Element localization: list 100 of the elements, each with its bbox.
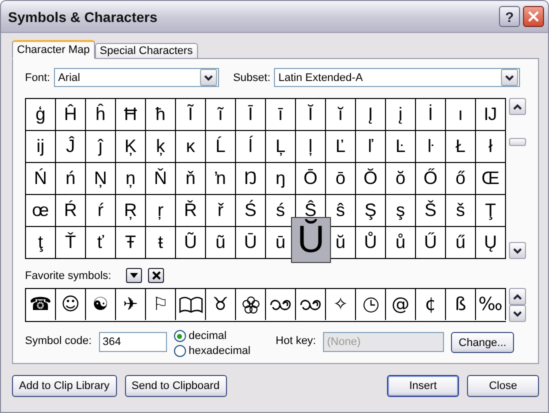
character-cell[interactable]: Œ bbox=[476, 163, 506, 195]
character-cell[interactable]: Ņ bbox=[86, 163, 116, 195]
scroll-thumb[interactable] bbox=[509, 138, 526, 146]
character-cell[interactable]: ń bbox=[56, 163, 86, 195]
character-cell[interactable]: š bbox=[446, 195, 476, 227]
character-cell[interactable]: Ĺ bbox=[206, 131, 236, 163]
character-cell[interactable]: ļ bbox=[296, 131, 326, 163]
character-cell[interactable]: ĩ bbox=[206, 99, 236, 131]
character-cell[interactable]: ħ bbox=[146, 99, 176, 131]
character-cell[interactable]: ů bbox=[386, 227, 416, 259]
character-cell[interactable]: ŏ bbox=[386, 163, 416, 195]
character-cell[interactable]: Ŋ bbox=[236, 163, 266, 195]
character-cell[interactable]: ű bbox=[446, 227, 476, 259]
subset-dropdown[interactable]: Latin Extended-A bbox=[274, 68, 520, 87]
action-button[interactable]: Add to Clip Library bbox=[12, 375, 116, 397]
character-cell[interactable]: ś bbox=[266, 195, 296, 227]
character-cell[interactable]: Ļ bbox=[266, 131, 296, 163]
character-cell[interactable]: Ŕ bbox=[56, 195, 86, 227]
dialog-button[interactable]: Insert bbox=[387, 375, 459, 397]
tab[interactable]: Character Map bbox=[12, 40, 95, 59]
character-cell[interactable]: Ŧ bbox=[116, 227, 146, 259]
character-cell[interactable]: į bbox=[386, 99, 416, 131]
favorite-cell[interactable]: ‰ bbox=[476, 289, 506, 320]
favorite-cell[interactable]: ☺ bbox=[56, 289, 86, 320]
magnified-character-tooltip[interactable]: Ŭ bbox=[291, 217, 331, 263]
close-button[interactable] bbox=[523, 6, 544, 27]
character-cell[interactable]: Ī bbox=[236, 99, 266, 131]
character-cell[interactable]: ŋ bbox=[266, 163, 296, 195]
character-cell[interactable]: ĸ bbox=[176, 131, 206, 163]
favorite-cell[interactable]: @ bbox=[386, 289, 416, 320]
character-cell[interactable]: Ŀ bbox=[386, 131, 416, 163]
character-cell[interactable]: Ĳ bbox=[476, 99, 506, 131]
character-cell[interactable]: Ķ bbox=[116, 131, 146, 163]
character-cell[interactable]: Ş bbox=[356, 195, 386, 227]
remove-favorite-button[interactable] bbox=[148, 268, 164, 283]
character-cell[interactable]: Į bbox=[356, 99, 386, 131]
character-cell[interactable]: Ţ bbox=[476, 195, 506, 227]
character-cell[interactable]: ŕ bbox=[86, 195, 116, 227]
radio-button[interactable] bbox=[174, 330, 186, 342]
character-cell[interactable]: Ś bbox=[236, 195, 266, 227]
favorite-cell[interactable]: ✧ bbox=[326, 289, 356, 320]
favorite-cell[interactable]: ✈ bbox=[116, 289, 146, 320]
favorites-menu-button[interactable] bbox=[126, 268, 142, 283]
help-button[interactable]: ? bbox=[499, 6, 520, 27]
character-cell[interactable]: Ů bbox=[356, 227, 386, 259]
character-cell[interactable]: ő bbox=[446, 163, 476, 195]
character-cell[interactable]: ī bbox=[266, 99, 296, 131]
character-cell[interactable]: Ŏ bbox=[356, 163, 386, 195]
tab[interactable]: Special Characters bbox=[94, 43, 198, 59]
character-cell[interactable]: œ bbox=[26, 195, 56, 227]
character-cell[interactable]: ņ bbox=[116, 163, 146, 195]
favorite-cell[interactable]: ⚐ bbox=[146, 289, 176, 320]
character-cell[interactable]: ť bbox=[86, 227, 116, 259]
character-cell[interactable]: ř bbox=[206, 195, 236, 227]
character-cell[interactable]: ĳ bbox=[26, 131, 56, 163]
character-cell[interactable]: Ń bbox=[26, 163, 56, 195]
character-cell[interactable]: ō bbox=[326, 163, 356, 195]
character-cell[interactable]: Ľ bbox=[326, 131, 356, 163]
character-cell[interactable]: Š bbox=[416, 195, 446, 227]
symbol-code-field[interactable]: 364 bbox=[98, 332, 167, 352]
character-cell[interactable]: ş bbox=[386, 195, 416, 227]
character-cell[interactable]: ģ bbox=[26, 99, 56, 131]
character-cell[interactable]: ũ bbox=[206, 227, 236, 259]
favorite-cell[interactable]: ¢ bbox=[416, 289, 446, 320]
character-cell[interactable]: ĭ bbox=[326, 99, 356, 131]
character-cell[interactable]: Ĭ bbox=[296, 99, 326, 131]
character-cell[interactable]: Ũ bbox=[176, 227, 206, 259]
character-cell[interactable]: ı bbox=[446, 99, 476, 131]
character-cell[interactable]: ĺ bbox=[236, 131, 266, 163]
radio-button[interactable] bbox=[174, 345, 186, 357]
font-dropdown[interactable]: Arial bbox=[54, 68, 220, 87]
character-cell[interactable]: Ť bbox=[56, 227, 86, 259]
character-cell[interactable]: ĥ bbox=[86, 99, 116, 131]
character-cell[interactable]: Ĵ bbox=[56, 131, 86, 163]
scrollbar[interactable] bbox=[509, 288, 526, 322]
character-cell[interactable]: Ű bbox=[416, 227, 446, 259]
character-cell[interactable]: Ř bbox=[176, 195, 206, 227]
character-cell[interactable]: ŀ bbox=[416, 131, 446, 163]
character-cell[interactable]: Ĩ bbox=[176, 99, 206, 131]
favorite-cell[interactable]: ß bbox=[446, 289, 476, 320]
character-cell[interactable]: Ň bbox=[146, 163, 176, 195]
action-button[interactable]: Send to Clipboard bbox=[124, 375, 227, 397]
scrollbar[interactable] bbox=[509, 98, 526, 259]
favorite-cell[interactable]: ♉ bbox=[206, 289, 236, 320]
character-cell[interactable]: ľ bbox=[356, 131, 386, 163]
dialog-button[interactable]: Close bbox=[467, 375, 539, 397]
character-cell[interactable]: Ų bbox=[476, 227, 506, 259]
character-cell[interactable]: Ŗ bbox=[116, 195, 146, 227]
character-cell[interactable]: ķ bbox=[146, 131, 176, 163]
favorite-cell[interactable]: ☯ bbox=[86, 289, 116, 320]
character-cell[interactable]: Ū bbox=[236, 227, 266, 259]
character-cell[interactable]: Ő bbox=[416, 163, 446, 195]
character-cell[interactable]: ţ bbox=[26, 227, 56, 259]
character-cell[interactable]: ň bbox=[176, 163, 206, 195]
character-cell[interactable]: İ bbox=[416, 99, 446, 131]
character-cell[interactable]: ŗ bbox=[146, 195, 176, 227]
character-cell[interactable]: ŉ bbox=[206, 163, 236, 195]
character-cell[interactable]: ĵ bbox=[86, 131, 116, 163]
favorite-cell[interactable]: ☎ bbox=[26, 289, 56, 320]
character-cell[interactable]: ŧ bbox=[146, 227, 176, 259]
